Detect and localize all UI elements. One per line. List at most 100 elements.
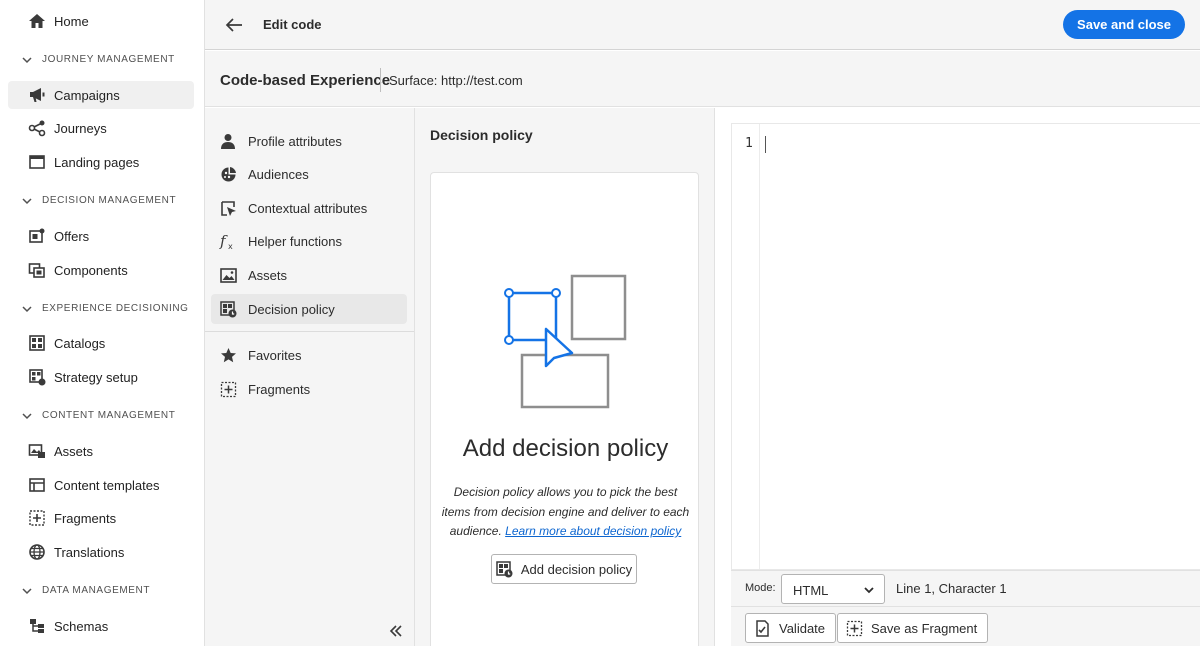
attr-item-contextual-attributes[interactable]: Contextual attributes	[211, 193, 407, 223]
attr-item-helper-functions[interactable]: fx Helper functions	[211, 226, 407, 256]
validate-button[interactable]: Validate	[745, 613, 837, 643]
nav-section-experience-decisioning[interactable]: EXPERIENCE DECISIONING	[22, 303, 189, 314]
nav-label: Schemas	[54, 618, 109, 634]
nav-label: Translations	[54, 544, 125, 560]
back-arrow-icon[interactable]	[223, 14, 245, 36]
nav-label: Offers	[54, 228, 90, 244]
mode-value: HTML	[793, 583, 829, 598]
button-label: Add decision policy	[520, 561, 633, 577]
empty-state-description: Decision policy allows you to pick the b…	[441, 483, 690, 542]
star-icon	[219, 346, 237, 364]
nav-item-translations[interactable]: Translations	[8, 538, 194, 566]
audience-icon	[219, 165, 237, 183]
user-icon	[219, 132, 237, 150]
surface-label: Surface: http://test.com	[389, 73, 523, 88]
schema-icon	[28, 617, 46, 635]
chevron-down-icon	[863, 584, 875, 596]
attr-item-decision-policy[interactable]: Decision policy	[211, 294, 407, 324]
assets-icon	[28, 442, 46, 460]
nav-section-label: JOURNEY MANAGEMENT	[42, 54, 175, 65]
attr-item-assets[interactable]: Assets	[211, 260, 407, 290]
fragment-icon	[219, 380, 237, 398]
nav-label: Landing pages	[54, 154, 140, 170]
decision-policy-icon	[496, 560, 513, 578]
nav-item-offers[interactable]: Offers	[8, 222, 194, 250]
attr-item-favorites[interactable]: Favorites	[211, 340, 407, 370]
landing-page-icon	[28, 153, 46, 171]
nav-label: Journeys	[54, 120, 107, 136]
nav-section-decision-management[interactable]: DECISION MANAGEMENT	[22, 195, 176, 206]
nav-label: Components	[54, 262, 128, 278]
chevron-down-icon	[22, 586, 34, 596]
attr-item-audiences[interactable]: Audiences	[211, 159, 407, 189]
button-label: Validate	[779, 620, 826, 636]
nav-item-content-templates[interactable]: Content templates	[8, 471, 194, 499]
components-icon	[28, 261, 46, 279]
function-icon: fx	[219, 232, 237, 250]
top-bar: Edit code Save and close	[205, 0, 1200, 50]
code-editor[interactable]: 1	[731, 123, 1200, 570]
validate-icon	[754, 619, 771, 637]
megaphone-icon	[28, 86, 46, 104]
nav-item-home[interactable]: Home	[8, 7, 194, 35]
nav-item-components[interactable]: Components	[8, 256, 194, 284]
attr-label: Assets	[248, 267, 288, 283]
learn-more-link[interactable]: Learn more about decision policy	[505, 524, 681, 538]
chevron-down-icon	[22, 55, 34, 65]
panel-title: Decision policy	[430, 127, 533, 143]
mode-label: Mode:	[745, 582, 776, 594]
nav-section-label: DECISION MANAGEMENT	[42, 195, 177, 206]
contextual-pointer-icon	[219, 199, 237, 217]
left-navigation: Home JOURNEY MANAGEMENT Campaigns Journe…	[0, 0, 205, 646]
nav-section-label: CONTENT MANAGEMENT	[42, 410, 176, 421]
image-icon	[219, 266, 237, 284]
empty-state-title: Add decision policy	[462, 435, 669, 462]
template-icon	[28, 476, 46, 494]
nav-item-schemas[interactable]: Schemas	[8, 612, 194, 640]
nav-item-journeys[interactable]: Journeys	[8, 114, 194, 142]
chevron-down-icon	[22, 196, 34, 206]
cursor-position: Line 1, Character 1	[896, 581, 1007, 596]
svg-text:f: f	[219, 232, 228, 250]
globe-icon	[28, 543, 46, 561]
decision-policy-panel: Decision policy Add decision policy Deci…	[415, 108, 715, 646]
nav-section-data-management[interactable]: DATA MANAGEMENT	[22, 585, 150, 596]
attr-item-fragments[interactable]: Fragments	[211, 374, 407, 404]
strategy-icon	[28, 368, 46, 386]
nav-label: Fragments	[54, 510, 117, 526]
channel-header: Code-based Experience Surface: http://te…	[205, 51, 1200, 107]
nav-item-assets[interactable]: Assets	[8, 437, 194, 465]
svg-text:x: x	[228, 242, 233, 250]
nav-section-journey-management[interactable]: JOURNEY MANAGEMENT	[22, 54, 175, 65]
chevron-down-icon	[22, 304, 34, 314]
button-label: Save as Fragment	[871, 620, 978, 636]
attr-label: Contextual attributes	[248, 200, 368, 216]
nav-item-strategy-setup[interactable]: Strategy setup	[8, 363, 194, 391]
save-as-fragment-button[interactable]: Save as Fragment	[837, 613, 989, 643]
editor-footer: Validate Save as Fragment	[731, 606, 1200, 646]
attr-label: Helper functions	[248, 233, 342, 249]
nav-item-landing-pages[interactable]: Landing pages	[8, 148, 194, 176]
nav-item-catalogs[interactable]: Catalogs	[8, 329, 194, 357]
nav-item-fragments[interactable]: Fragments	[8, 504, 194, 532]
attr-label: Favorites	[248, 347, 302, 363]
nav-label: Home	[54, 13, 89, 29]
attr-item-profile-attributes[interactable]: Profile attributes	[211, 126, 407, 156]
personalization-panel: Profile attributes Audiences Contextual …	[205, 108, 415, 646]
nav-item-campaigns[interactable]: Campaigns	[8, 81, 194, 109]
add-decision-policy-button[interactable]: Add decision policy	[491, 554, 637, 584]
nav-label: Catalogs	[54, 335, 106, 351]
decision-illustration-icon	[501, 273, 633, 413]
attr-label: Profile attributes	[248, 133, 342, 149]
attr-label: Fragments	[248, 381, 311, 397]
nav-label: Campaigns	[54, 87, 120, 103]
attr-label: Audiences	[248, 166, 309, 182]
save-and-close-button[interactable]: Save and close	[1063, 10, 1185, 39]
header-divider	[380, 68, 381, 92]
journey-icon	[28, 119, 46, 137]
mode-select[interactable]: HTML	[781, 574, 885, 604]
nav-section-content-management[interactable]: CONTENT MANAGEMENT	[22, 410, 175, 421]
catalog-icon	[28, 334, 46, 352]
collapse-panel-icon[interactable]	[388, 623, 404, 639]
line-number: 1	[745, 136, 753, 151]
